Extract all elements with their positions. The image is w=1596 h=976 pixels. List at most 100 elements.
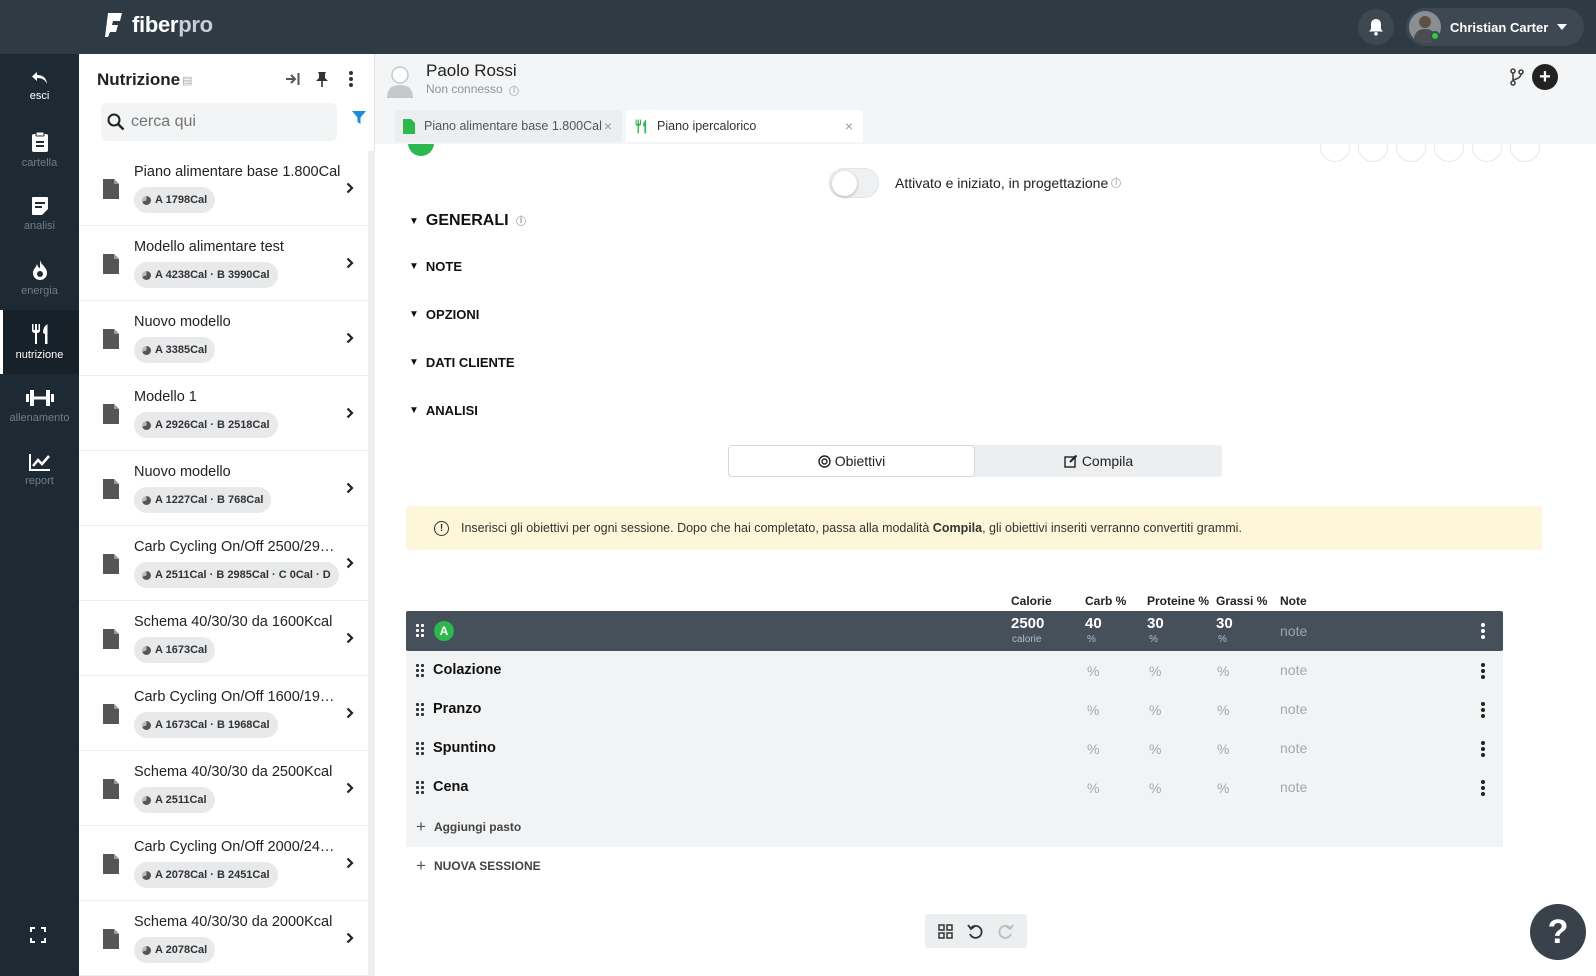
redo-icon[interactable] bbox=[998, 923, 1014, 939]
drag-handle-icon[interactable] bbox=[416, 781, 426, 795]
session-note[interactable]: note bbox=[1280, 623, 1307, 639]
section-dati-cliente[interactable]: ▼ DATI CLIENTE bbox=[409, 355, 515, 370]
drag-handle-icon[interactable] bbox=[416, 624, 426, 638]
meal-menu-icon[interactable] bbox=[1481, 702, 1485, 718]
section-generali[interactable]: ▼ GENERALI i bbox=[409, 212, 527, 230]
session-calories[interactable]: 2500 bbox=[1011, 615, 1044, 632]
add-meal-button[interactable]: + Aggiungi pasto bbox=[416, 817, 521, 837]
drag-handle-icon[interactable] bbox=[416, 703, 426, 717]
search-input[interactable] bbox=[131, 113, 331, 131]
fill-mode-button[interactable]: Compila bbox=[975, 445, 1222, 477]
pie-icon bbox=[142, 345, 151, 355]
pin-button[interactable] bbox=[311, 68, 333, 90]
notifications-button[interactable] bbox=[1358, 9, 1394, 45]
list-item[interactable]: Modello alimentare test A 4238Cal · B 39… bbox=[79, 226, 375, 301]
document-icon bbox=[103, 779, 119, 799]
calories-badge: A 2078Cal · B 2451Cal bbox=[134, 862, 278, 888]
fiberpro-logo[interactable]: fiberpro bbox=[104, 12, 213, 38]
list-item[interactable]: Carb Cycling On/Off 2500/290… A 2511Cal … bbox=[79, 526, 375, 601]
meal-carb-input[interactable]: % bbox=[1087, 741, 1099, 757]
meal-fat-input[interactable]: % bbox=[1217, 780, 1229, 796]
meal-note-input[interactable]: note bbox=[1280, 662, 1307, 678]
git-branch-icon[interactable] bbox=[1510, 68, 1524, 86]
meal-protein-input[interactable]: % bbox=[1149, 663, 1161, 679]
section-analisi[interactable]: ▼ ANALISI bbox=[409, 403, 478, 418]
meal-note-input[interactable]: note bbox=[1280, 701, 1307, 717]
tab-hypercaloric-plan[interactable]: Piano ipercalorico × bbox=[626, 110, 863, 142]
section-note[interactable]: ▼ NOTE bbox=[409, 259, 462, 274]
meal-note-input[interactable]: note bbox=[1280, 740, 1307, 756]
list-item[interactable]: Nuovo modello A 1227Cal · B 768Cal bbox=[79, 451, 375, 526]
meal-protein-input[interactable]: % bbox=[1149, 702, 1161, 718]
meal-carb-input[interactable]: % bbox=[1087, 702, 1099, 718]
list-item[interactable]: Piano alimentare base 1.800Cal A 1798Cal bbox=[79, 151, 375, 226]
list-item[interactable]: Carb Cycling On/Off 1600/190… A 1673Cal … bbox=[79, 676, 375, 751]
document-small-icon: ▤ bbox=[182, 74, 193, 87]
list-item[interactable]: Schema 40/30/30 da 1600Kcal A 1673Cal bbox=[79, 601, 375, 676]
calories-badge: A 1673Cal · B 1968Cal bbox=[134, 712, 278, 738]
meal-menu-icon[interactable] bbox=[1481, 741, 1485, 757]
meal-row[interactable]: Pranzo % % % note bbox=[406, 690, 1503, 729]
list-item-title: Carb Cycling On/Off 1600/190… bbox=[134, 689, 342, 705]
filter-icon[interactable] bbox=[352, 111, 366, 125]
carb-unit: % bbox=[1087, 634, 1096, 645]
chevron-right-icon bbox=[346, 707, 354, 719]
new-session-button[interactable]: + NUOVA SESSIONE bbox=[416, 856, 541, 876]
add-button[interactable]: + bbox=[1532, 64, 1558, 90]
undo-icon[interactable] bbox=[967, 923, 983, 939]
nav-item-report[interactable]: report bbox=[0, 438, 79, 502]
client-name: Paolo Rossi bbox=[426, 61, 517, 80]
grid-icon[interactable] bbox=[938, 923, 953, 939]
session-carb[interactable]: 40 bbox=[1085, 615, 1102, 632]
section-opzioni[interactable]: ▼ OPZIONI bbox=[409, 307, 479, 322]
list-scrollbar[interactable] bbox=[368, 151, 375, 976]
collapse-panel-button[interactable] bbox=[282, 68, 304, 90]
tab-base-plan[interactable]: Piano alimentare base 1.800Cal × bbox=[395, 110, 622, 142]
nav-item-allenamento[interactable]: allenamento bbox=[0, 374, 79, 438]
meal-menu-icon[interactable] bbox=[1481, 663, 1485, 679]
meal-protein-input[interactable]: % bbox=[1149, 741, 1161, 757]
list-item[interactable]: Schema 40/30/30 da 2000Kcal A 2078Cal bbox=[79, 901, 375, 976]
column-header-carb: Carb % bbox=[1085, 594, 1127, 608]
list-item[interactable]: Modello 1 A 2926Cal · B 2518Cal bbox=[79, 376, 375, 451]
meal-row[interactable]: Colazione % % % note bbox=[406, 651, 1503, 690]
nav-item-analisi[interactable]: analisi bbox=[0, 182, 79, 246]
bottom-toolbar bbox=[925, 914, 1027, 948]
help-button[interactable]: ? bbox=[1530, 904, 1586, 960]
meal-carb-input[interactable]: % bbox=[1087, 663, 1099, 679]
close-icon[interactable]: × bbox=[845, 118, 853, 134]
meal-note-input[interactable]: note bbox=[1280, 779, 1307, 795]
session-row-a[interactable]: A 2500 calorie 40 % 30 % 30 % note bbox=[406, 611, 1503, 651]
session-protein[interactable]: 30 bbox=[1147, 615, 1164, 632]
list-item-title: Schema 40/30/30 da 2000Kcal bbox=[134, 914, 333, 930]
meal-fat-input[interactable]: % bbox=[1217, 702, 1229, 718]
meal-row[interactable]: Cena % % % note bbox=[406, 768, 1503, 807]
nav-label: energia bbox=[21, 285, 58, 297]
list-item-title: Piano alimentare base 1.800Cal bbox=[134, 164, 341, 180]
nav-item-cartella[interactable]: cartella bbox=[0, 118, 79, 182]
activation-toggle[interactable] bbox=[829, 168, 879, 198]
drag-handle-icon[interactable] bbox=[416, 742, 426, 756]
fullscreen-icon[interactable] bbox=[30, 927, 46, 943]
close-icon[interactable]: × bbox=[604, 118, 612, 134]
client-avatar-icon[interactable] bbox=[385, 60, 415, 100]
meal-fat-input[interactable]: % bbox=[1217, 741, 1229, 757]
list-item-title: Schema 40/30/30 da 1600Kcal bbox=[134, 614, 333, 630]
drag-handle-icon[interactable] bbox=[416, 664, 426, 678]
nav-item-esci[interactable]: esci bbox=[0, 54, 79, 118]
meal-carb-input[interactable]: % bbox=[1087, 780, 1099, 796]
session-fat[interactable]: 30 bbox=[1216, 615, 1233, 632]
pie-icon bbox=[142, 570, 151, 580]
meal-menu-icon[interactable] bbox=[1481, 780, 1485, 796]
session-menu-icon[interactable] bbox=[1481, 623, 1485, 639]
meal-fat-input[interactable]: % bbox=[1217, 663, 1229, 679]
list-item[interactable]: Nuovo modello A 3385Cal bbox=[79, 301, 375, 376]
list-item[interactable]: Carb Cycling On/Off 2000/240… A 2078Cal … bbox=[79, 826, 375, 901]
objectives-mode-button[interactable]: Obiettivi bbox=[728, 445, 975, 477]
nav-item-energia[interactable]: energia bbox=[0, 246, 79, 310]
list-item[interactable]: Schema 40/30/30 da 2500Kcal A 2511Cal bbox=[79, 751, 375, 826]
nav-item-nutrizione[interactable]: nutrizione bbox=[0, 310, 79, 374]
more-options-button[interactable] bbox=[340, 68, 362, 90]
meal-row[interactable]: Spuntino % % % note bbox=[406, 729, 1503, 768]
meal-protein-input[interactable]: % bbox=[1149, 780, 1161, 796]
